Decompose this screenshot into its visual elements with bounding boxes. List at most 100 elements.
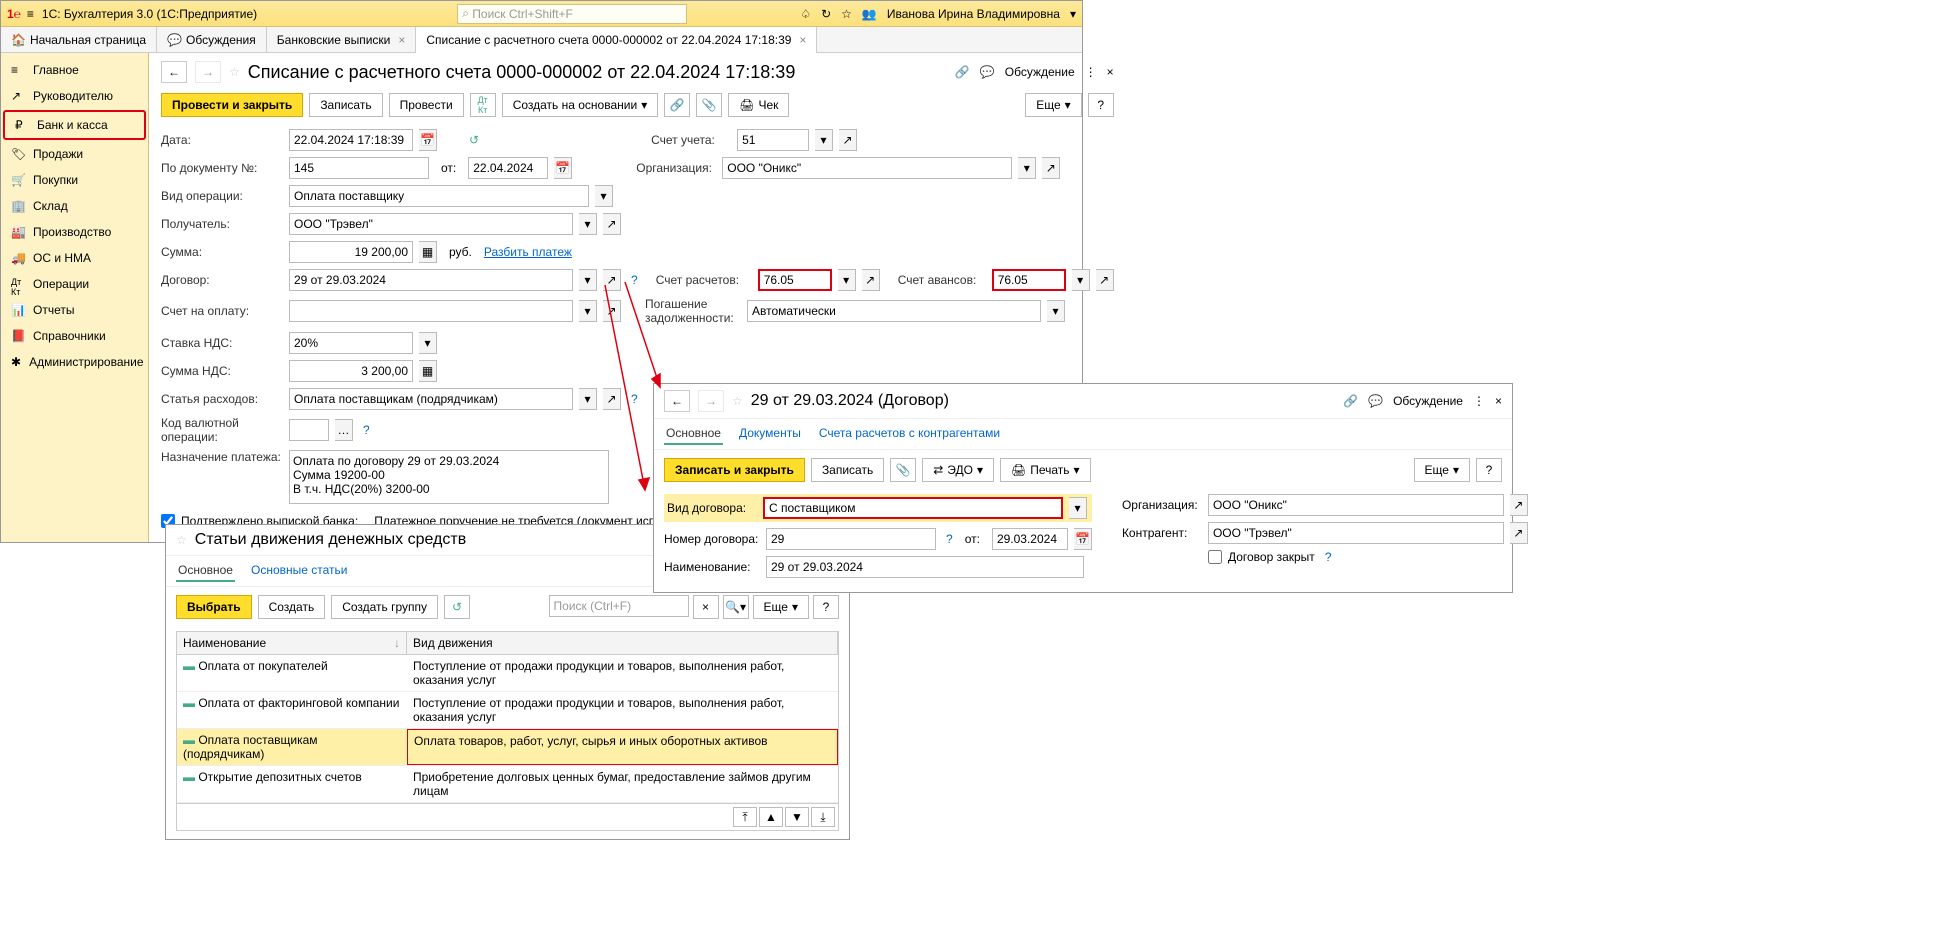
btn-post[interactable]: Провести	[389, 93, 464, 117]
more-icon[interactable]: …	[335, 419, 353, 441]
sidebar-item-bank[interactable]: ₽Банк и касса	[3, 110, 146, 140]
sidebar-item-main[interactable]: ≡Главное	[1, 57, 148, 83]
page-up[interactable]: ▲	[759, 807, 783, 827]
schav-input[interactable]: 76.05	[992, 269, 1066, 291]
nav-fwd[interactable]: →	[698, 390, 724, 412]
help-icon[interactable]: ?	[1325, 550, 1332, 564]
btn-help[interactable]: ?	[1476, 458, 1502, 482]
dropdown-icon[interactable]: ▾	[1018, 157, 1036, 179]
calendar-icon[interactable]: 📅	[419, 129, 437, 151]
docnum-input[interactable]: 145	[289, 157, 429, 179]
btn-edo[interactable]: ⇄ ЭДО ▾	[922, 458, 994, 482]
sidebar-item-reports[interactable]: 📊Отчеты	[1, 297, 148, 323]
open-icon[interactable]: ↗	[839, 129, 857, 151]
kontr-input[interactable]: ООО "Трэвел"	[1208, 522, 1504, 544]
dropdown-icon[interactable]: ▾	[579, 213, 597, 235]
help-icon[interactable]: ?	[363, 423, 370, 437]
open-icon[interactable]: ↗	[1042, 157, 1060, 179]
btn-more[interactable]: Еще ▾	[1414, 458, 1470, 482]
open-icon[interactable]: ↗	[603, 300, 621, 322]
btn-dtkt[interactable]: ДтКт	[470, 93, 496, 117]
sumnds-input[interactable]: 3 200,00	[289, 360, 413, 382]
btn-clear[interactable]: ×	[693, 595, 719, 619]
discuss-icon[interactable]: 💬	[980, 65, 995, 79]
dropdown-icon[interactable]: ▾	[1069, 497, 1087, 519]
btn-search[interactable]: 🔍▾	[723, 595, 749, 619]
tab-bank[interactable]: Банковские выписки×	[267, 27, 417, 53]
sidebar-item-prod[interactable]: 🏭Производство	[1, 219, 148, 245]
tab-osn[interactable]: Основные статьи	[249, 560, 350, 582]
nav-fwd[interactable]: →	[195, 61, 221, 83]
sidebar-item-ruk[interactable]: ↗Руководителю	[1, 83, 148, 109]
tab-docs[interactable]: Документы	[737, 423, 803, 445]
link-icon[interactable]: 🔗	[1343, 394, 1358, 408]
dropdown-icon[interactable]: ▾	[1070, 7, 1076, 21]
open-icon[interactable]: ↗	[1510, 522, 1528, 544]
tab-main[interactable]: Основное	[176, 560, 235, 582]
nazn-input[interactable]: Оплата по договору 29 от 29.03.2024 Сумм…	[289, 450, 609, 504]
btn-attach[interactable]: 📎	[696, 93, 722, 117]
naim-input[interactable]: 29 от 29.03.2024	[766, 556, 1084, 578]
btn-create[interactable]: Создать	[258, 595, 326, 619]
col-name[interactable]: Наименование ↓	[177, 632, 407, 654]
sum-input[interactable]: 19 200,00	[289, 241, 413, 263]
schopl-input[interactable]	[289, 300, 573, 322]
dropdown-icon[interactable]: ▾	[1047, 300, 1065, 322]
btn-print[interactable]: 🖨 Печать ▾	[1000, 458, 1091, 482]
global-search[interactable]: ⌕ Поиск Ctrl+Shift+F	[457, 4, 687, 24]
tab-discuss[interactable]: 💬Обсуждения	[157, 27, 267, 53]
btn-more[interactable]: Еще ▾	[753, 595, 809, 619]
sidebar-item-warehouse[interactable]: 🏢Склад	[1, 193, 148, 219]
schrasch-input[interactable]: 76.05	[758, 269, 832, 291]
num-input[interactable]: 29	[766, 528, 936, 550]
help-icon[interactable]: ?	[946, 532, 953, 546]
dog-input[interactable]: 29 от 29.03.2024	[289, 269, 573, 291]
chk-closed[interactable]	[1208, 550, 1222, 564]
btn-save[interactable]: Записать	[811, 458, 884, 482]
btn-help[interactable]: ?	[1088, 93, 1114, 117]
docdate-input[interactable]: 22.04.2024	[468, 157, 548, 179]
more-icon[interactable]: ⋮	[1085, 65, 1097, 79]
sidebar-item-purchase[interactable]: 🛒Покупки	[1, 167, 148, 193]
user-icon[interactable]: 👥	[862, 7, 877, 21]
help-icon[interactable]: ?	[631, 273, 638, 287]
dropdown-icon[interactable]: ▾	[595, 185, 613, 207]
dropdown-icon[interactable]: ▾	[579, 300, 597, 322]
kod-input[interactable]	[289, 419, 329, 441]
vid-input[interactable]: С поставщиком	[763, 497, 1063, 519]
btn-chek[interactable]: 🖨 Чек	[728, 93, 789, 117]
dropdown-icon[interactable]: ▾	[838, 269, 856, 291]
oper-input[interactable]: Оплата поставщику	[289, 185, 589, 207]
tab-doc[interactable]: Списание с расчетного счета 0000-000002 …	[416, 27, 817, 53]
nav-back[interactable]: ←	[664, 390, 690, 412]
btn-post-close[interactable]: Провести и закрыть	[161, 93, 303, 117]
nav-back[interactable]: ←	[161, 61, 187, 83]
open-icon[interactable]: ↗	[603, 213, 621, 235]
btn-group[interactable]: Создать группу	[331, 595, 438, 619]
star-icon[interactable]: ☆	[176, 533, 187, 547]
open-icon[interactable]: ↗	[1510, 494, 1528, 516]
btn-select[interactable]: Выбрать	[176, 595, 252, 619]
close-icon[interactable]: ×	[1495, 394, 1502, 408]
page-last[interactable]: ⤓	[811, 807, 835, 827]
calendar-icon[interactable]: 📅	[1074, 528, 1092, 550]
open-icon[interactable]: ↗	[603, 269, 621, 291]
table-row[interactable]: ▬ Оплата от покупателей Поступление от п…	[177, 655, 838, 692]
close-icon[interactable]: ×	[1107, 65, 1114, 79]
more-icon[interactable]: ⋮	[1473, 394, 1485, 408]
date-input[interactable]: 22.04.2024 17:18:39	[289, 129, 413, 151]
sidebar-item-os[interactable]: 🚚ОС и НМА	[1, 245, 148, 271]
history-icon[interactable]: ↻	[821, 7, 831, 21]
refresh-icon[interactable]: ↺	[469, 133, 479, 147]
link-icon[interactable]: 🔗	[955, 65, 970, 79]
dropdown-icon[interactable]: ▾	[579, 269, 597, 291]
btn-more[interactable]: Еще ▾	[1025, 93, 1081, 117]
open-icon[interactable]: ↗	[862, 269, 880, 291]
sidebar-item-dict[interactable]: 📕Справочники	[1, 323, 148, 349]
calc-icon[interactable]: ▦	[419, 241, 437, 263]
star-icon[interactable]: ☆	[229, 65, 240, 79]
btn-save-close[interactable]: Записать и закрыть	[664, 458, 805, 482]
page-first[interactable]: ⤒	[733, 807, 757, 827]
col-type[interactable]: Вид движения	[407, 632, 838, 654]
btn-create-from[interactable]: Создать на основании ▾	[502, 93, 659, 117]
